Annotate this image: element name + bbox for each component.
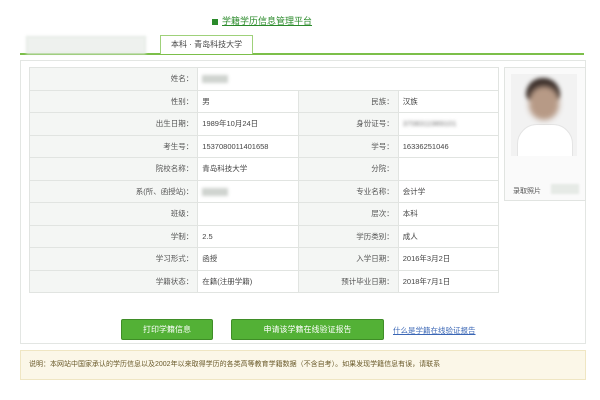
field-label: 专业名称：: [297, 179, 399, 203]
field-label: 入学日期：: [297, 247, 399, 271]
photo-label: 录取照片: [513, 188, 541, 195]
field-value: 3708311989101: [397, 112, 500, 136]
table-row: 姓名：: [28, 67, 499, 91]
field-label: 身份证号：: [297, 112, 399, 136]
field-value: 在籍(注册学籍): [197, 269, 299, 293]
table-row: 学制： 2.5 学历类别： 成人: [28, 224, 500, 248]
apply-report-button[interactable]: 申请该学籍在线验证报告: [231, 319, 384, 340]
tab-blurred[interactable]: [26, 36, 146, 54]
table-row: 学习形式： 函授 入学日期： 2016年3月2日: [28, 247, 500, 271]
field-value: 成人: [397, 224, 500, 248]
field-label: 考生号：: [28, 134, 199, 158]
top-link-text: 学籍学历信息管理平台: [222, 16, 313, 26]
photo-body: [517, 124, 573, 156]
table-row: 出生日期： 1989年10月24日 身份证号： 3708311989101: [28, 112, 500, 136]
field-label: 民族：: [297, 89, 399, 113]
field-value: [197, 179, 299, 203]
field-value: 1989年10月24日: [197, 112, 299, 136]
field-value: 会计学: [397, 179, 500, 203]
student-photo: [511, 74, 577, 156]
field-value: [197, 67, 499, 91]
field-label: 学历类别：: [297, 224, 399, 248]
field-label: 系(所、函授站)：: [28, 179, 199, 203]
field-value: 函授: [197, 247, 299, 271]
field-value: 2.5: [197, 224, 299, 248]
what-is-report-link[interactable]: 什么是学籍在线验证报告: [393, 325, 476, 336]
field-label: 出生日期：: [28, 112, 199, 136]
field-label: 性别：: [28, 89, 199, 113]
notice-box: 说明：本网站中国家承认的学历信息以及2002年以来取得学历的各类高等教育学籍数据…: [20, 350, 586, 380]
tab-active[interactable]: 本科 · 青岛科技大学: [160, 35, 254, 54]
field-value: 15370800114016​58: [197, 134, 299, 158]
field-label: 学习形式：: [28, 247, 199, 271]
photo-badge: [551, 184, 579, 194]
table-row: 院校名称： 青岛科技大学 分院：: [28, 157, 500, 181]
field-label: 学制：: [28, 224, 199, 248]
field-label: 学籍状态：: [28, 269, 199, 293]
field-value: 2016年3月2日: [397, 247, 500, 271]
photo-frame: 录取照片: [504, 67, 586, 201]
field-label: 班级：: [28, 202, 199, 226]
field-value: 青岛科技大学: [197, 157, 299, 181]
info-panel: 姓名： 性别：男民族： 汉族 出生日期： 1989年10月24日 身份证号： 3708311…: [20, 60, 586, 344]
field-value: 男: [197, 89, 299, 113]
field-value: [197, 202, 299, 226]
field-value: 2018年7月1日: [397, 269, 500, 293]
table-row: 系(所、函授站)： 专业名称： 会计学: [28, 179, 500, 203]
photo-face-blurred: [529, 86, 559, 120]
redacted-block: [202, 75, 229, 84]
field-value: 本科: [397, 202, 500, 226]
notice-text: 说明：本网站中国家承认的学历信息以及2002年以来取得学历的各类高等教育学籍数据…: [29, 361, 441, 368]
blurred-value: 3708311989101: [402, 119, 457, 129]
field-value: 16336251046: [397, 134, 500, 158]
table-row: 学籍状态： 在籍(注册学籍) 预计毕业日期： 2018年7月1日: [28, 269, 500, 293]
table-row: 性别：男民族： 汉族: [28, 89, 500, 113]
field-value: 汉族: [397, 89, 500, 113]
redacted-block: [202, 187, 229, 196]
field-value: [397, 157, 500, 181]
bullet-icon: [212, 18, 218, 25]
profile-table: 姓名： 性别：男民族： 汉族 出生日期： 1989年10月24日 身份证号： 3708311…: [28, 67, 500, 293]
field-label: 学号：: [297, 134, 399, 158]
field-label: 院校名称：: [28, 157, 199, 181]
field-label: 层次：: [297, 202, 399, 226]
field-label: 分院：: [297, 157, 399, 181]
field-label: 预计毕业日期：: [297, 269, 399, 293]
tab-bar: 本科 · 青岛科技大学: [20, 33, 584, 55]
field-label: 姓名：: [28, 67, 199, 91]
table-row: 班级： 层次： 本科: [28, 202, 500, 226]
print-button[interactable]: 打印学籍信息: [121, 319, 213, 340]
table-row: 考生号： 15370800114016​58 学号： 16336251046: [28, 134, 500, 158]
top-link[interactable]: 学籍学历信息管理平台: [212, 14, 312, 27]
